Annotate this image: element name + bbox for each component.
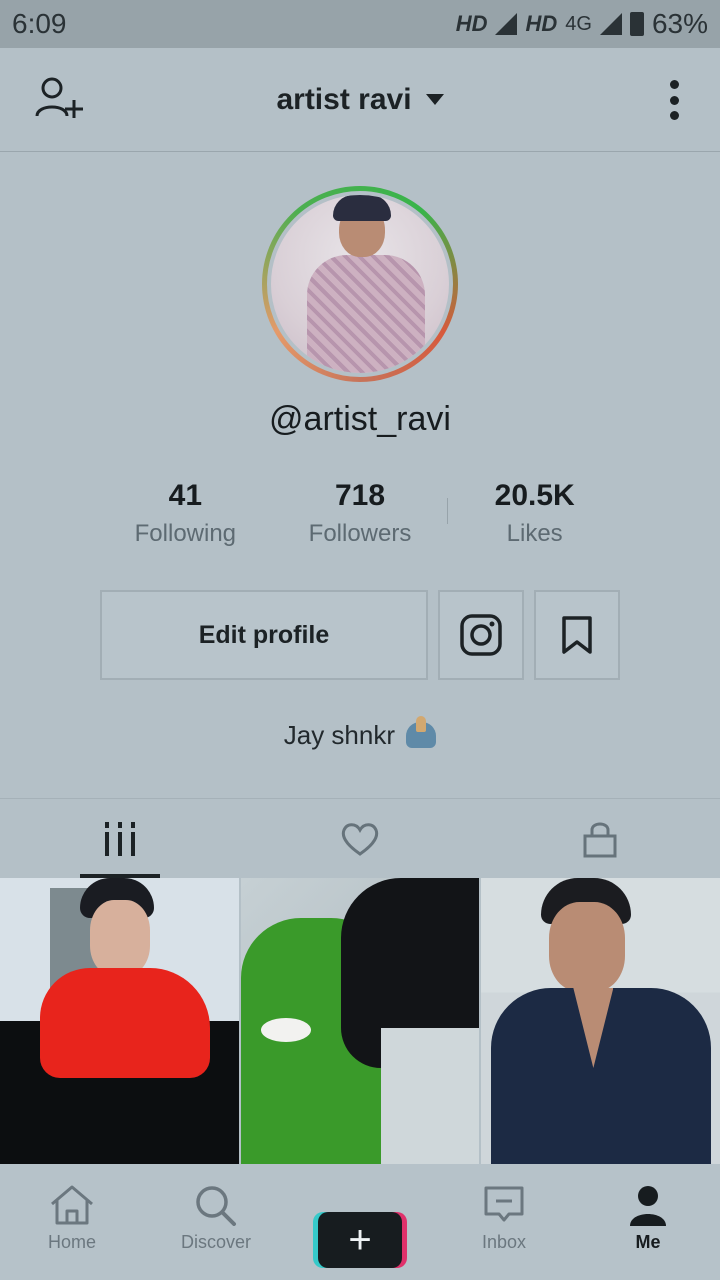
username-handle: @artist_ravi — [269, 400, 451, 438]
stat-label: Following — [134, 520, 237, 547]
status-time: 6:09 — [12, 8, 67, 39]
stat-following[interactable]: 41 Following — [98, 474, 273, 564]
stat-value: 718 — [334, 479, 386, 512]
profile-header: artist ravi — [0, 48, 720, 152]
nav-label: Me — [635, 1232, 661, 1252]
video-thumbnail[interactable] — [0, 878, 239, 1164]
inbox-icon — [484, 1186, 524, 1222]
nav-home[interactable]: Home — [0, 1164, 144, 1280]
avatar-ring[interactable] — [262, 186, 458, 382]
status-bar: 6:09 HD HD 4G 63% — [0, 0, 720, 48]
profile-actions: Edit profile — [100, 590, 620, 680]
nav-label: Discover — [180, 1232, 251, 1252]
home-icon — [51, 1185, 93, 1225]
net-type-label: 4G — [565, 12, 592, 35]
add-user-icon[interactable] — [34, 76, 84, 122]
nav-discover[interactable]: Discover — [144, 1164, 288, 1280]
video-grid — [0, 878, 720, 1164]
nav-me[interactable]: Me — [576, 1164, 720, 1280]
signal-icon — [599, 13, 622, 35]
plus-icon: + — [348, 1218, 372, 1262]
battery-icon — [629, 12, 644, 36]
nav-label: Inbox — [481, 1232, 527, 1252]
battery-percent: 63% — [651, 8, 708, 39]
caret-down-icon — [425, 94, 444, 105]
instagram-icon — [460, 614, 502, 656]
bookmark-icon — [562, 616, 592, 654]
favorites-button[interactable] — [534, 590, 620, 680]
stat-value: 41 — [168, 479, 203, 512]
bio-text: Jay shnkr — [283, 720, 396, 750]
signal-icon — [495, 13, 518, 35]
stat-label: Followers — [308, 520, 412, 547]
network-label-1: HD — [455, 11, 488, 36]
stat-label: Likes — [506, 520, 563, 547]
video-thumbnail[interactable] — [240, 878, 480, 1164]
videos-grid-icon — [105, 821, 135, 856]
search-icon — [196, 1186, 236, 1226]
avatar — [267, 191, 453, 377]
stat-likes[interactable]: 20.5K Likes — [447, 474, 622, 564]
stat-followers[interactable]: 718 Followers — [273, 474, 448, 564]
heart-icon — [341, 822, 379, 856]
status-icons: HD HD 4G 63% — [456, 8, 708, 40]
lock-icon — [583, 822, 617, 857]
page-title: artist ravi — [276, 82, 412, 116]
instagram-button[interactable] — [438, 590, 524, 680]
nav-label: Home — [47, 1232, 96, 1252]
tab-liked[interactable] — [240, 799, 480, 878]
create-button[interactable]: + — [318, 1212, 402, 1268]
bottom-nav: Home Discover + Inbox Me — [0, 1164, 720, 1280]
nav-inbox[interactable]: Inbox — [432, 1164, 576, 1280]
stat-value: 20.5K — [494, 479, 575, 512]
profile-icon — [630, 1186, 666, 1226]
edit-profile-button[interactable]: Edit profile — [100, 590, 428, 680]
praying-hands-icon — [406, 716, 437, 748]
nav-create[interactable]: + — [288, 1164, 432, 1280]
network-label-2: HD — [525, 11, 558, 36]
profile-tabs — [0, 798, 720, 878]
account-switcher[interactable]: artist ravi — [276, 82, 444, 117]
profile-bio: Jay shnkr — [0, 716, 720, 751]
more-options-icon[interactable] — [670, 80, 680, 120]
tab-videos[interactable] — [0, 799, 240, 878]
video-thumbnail[interactable] — [481, 878, 720, 1164]
profile-stats: 41 Following 718 Followers 20.5K Likes — [98, 474, 622, 564]
tab-private[interactable] — [480, 799, 720, 878]
